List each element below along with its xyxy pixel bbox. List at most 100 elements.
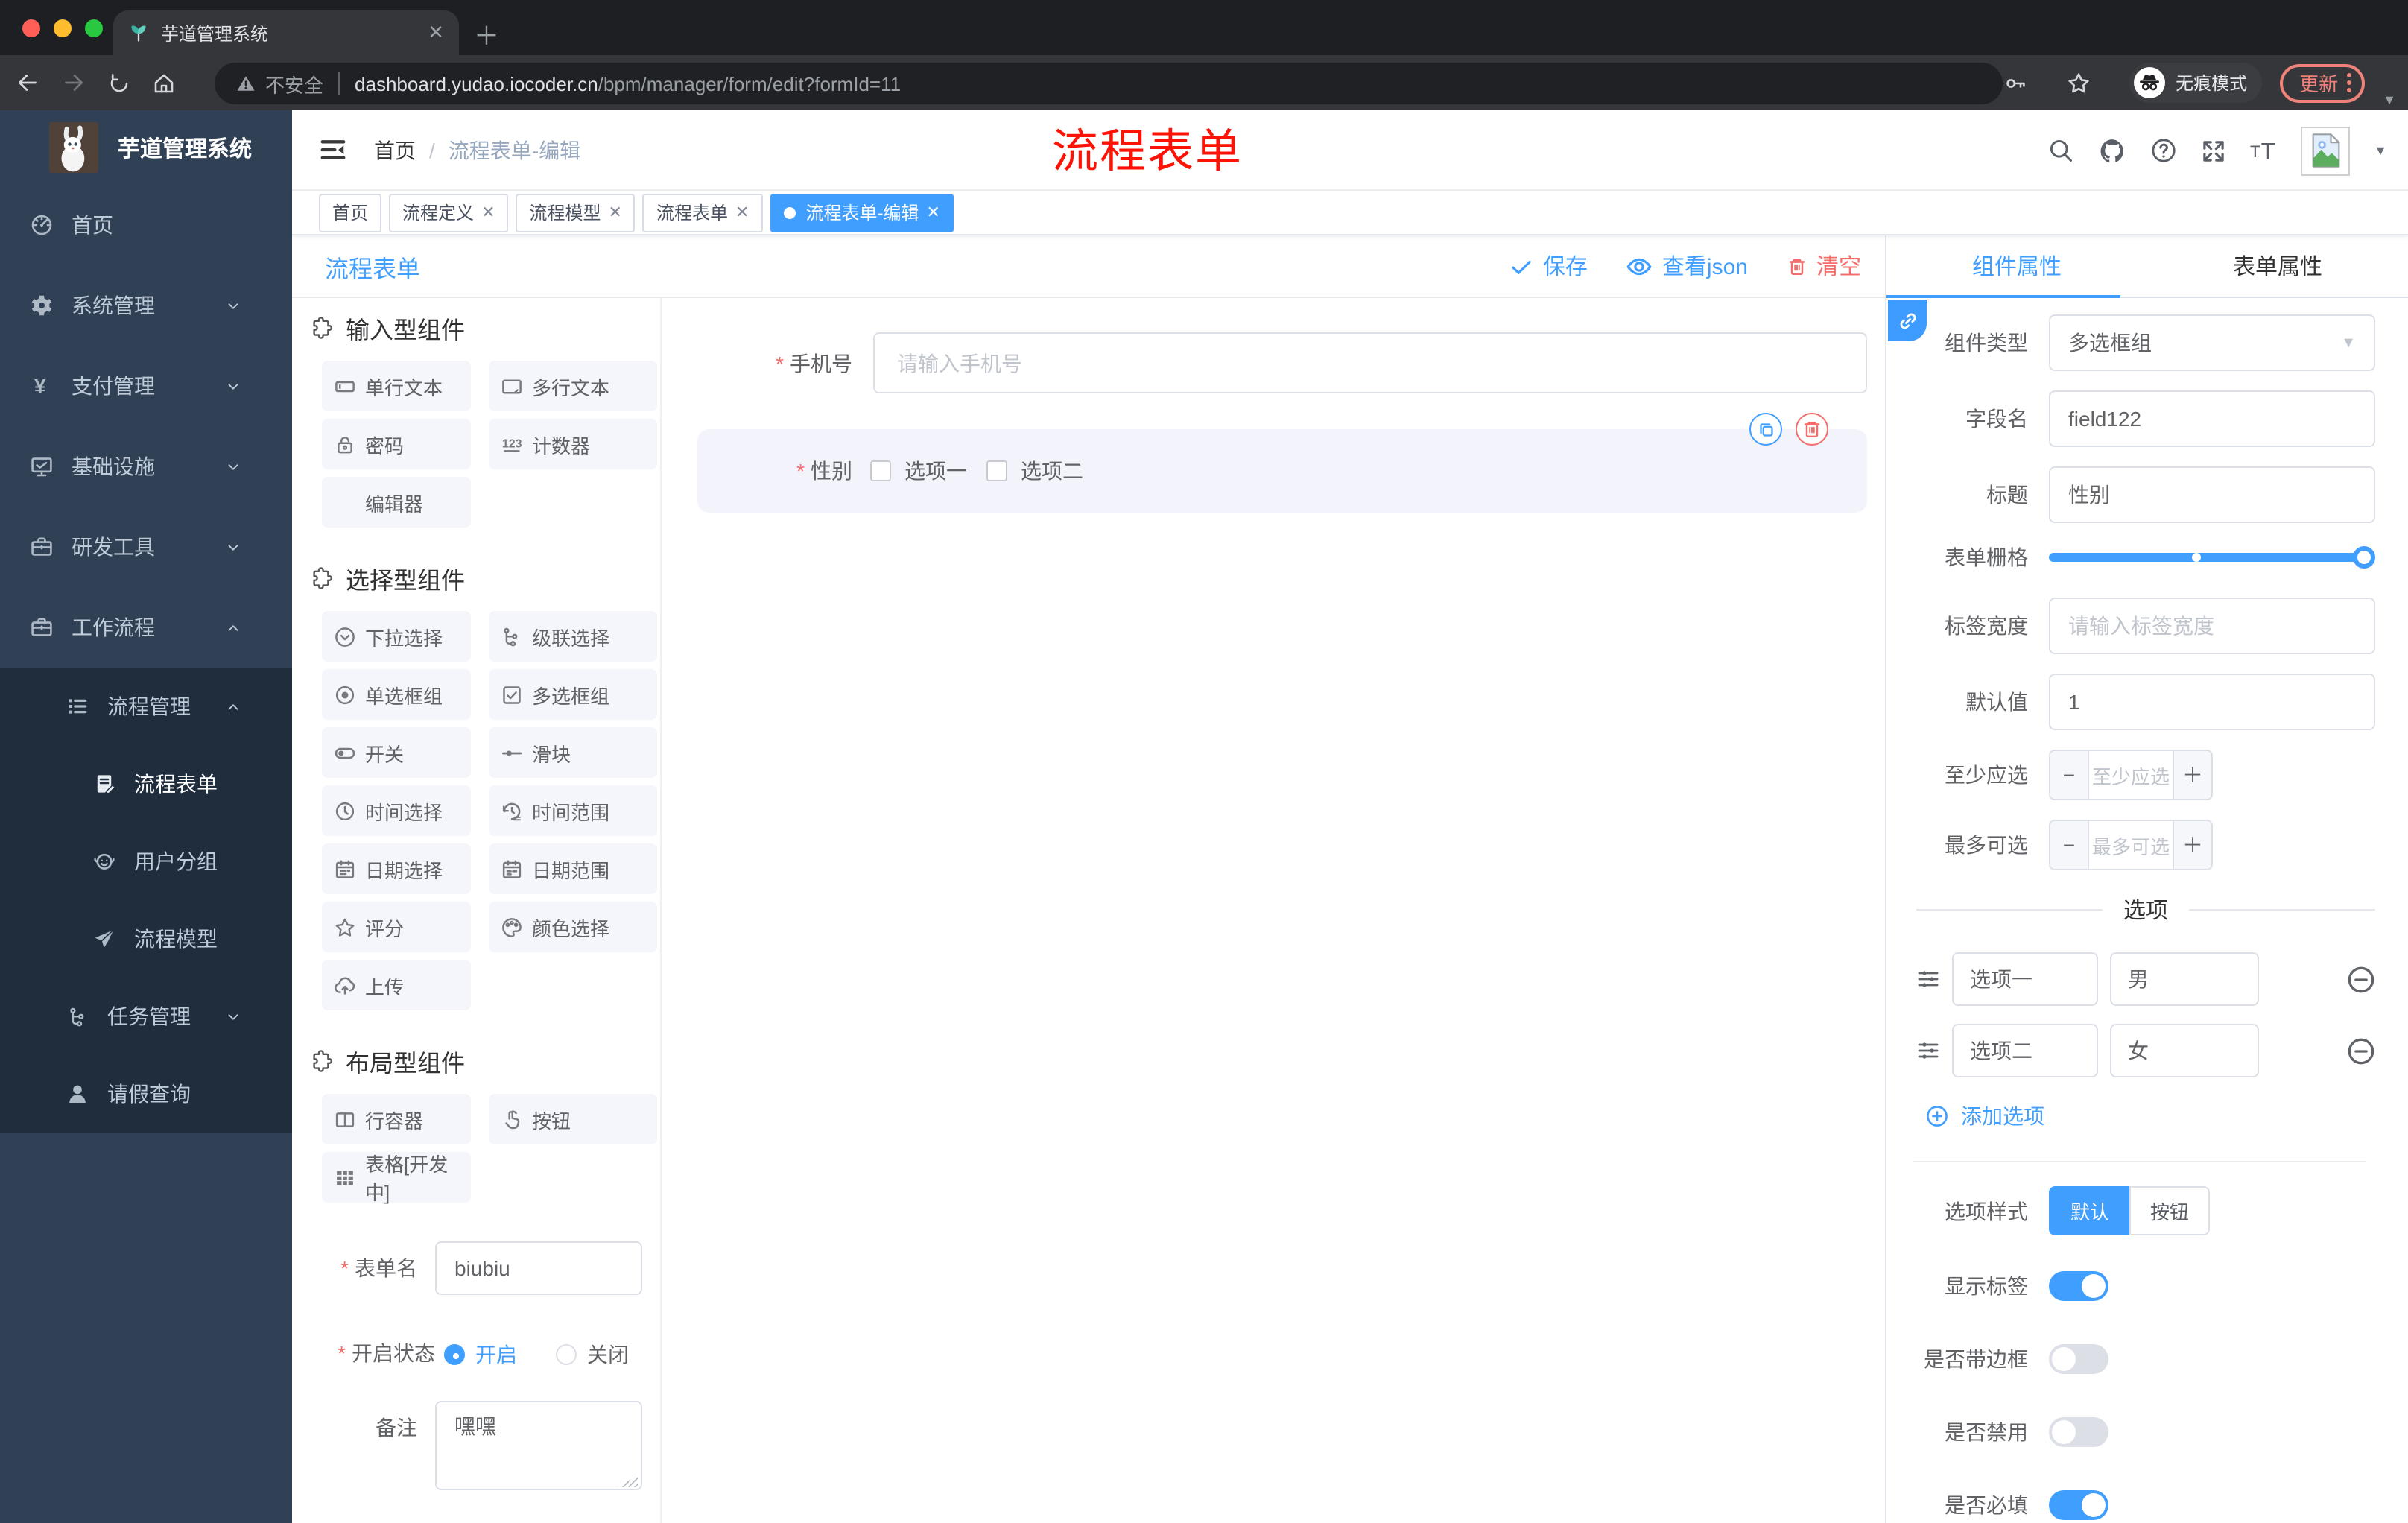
back-icon[interactable]: [15, 70, 40, 95]
palette-item-多行文本[interactable]: 多行文本: [489, 361, 657, 411]
tag-流程表单-编辑[interactable]: 流程表单-编辑✕: [770, 193, 953, 232]
sidebar-item-流程表单[interactable]: 流程表单: [0, 745, 292, 823]
avatar-caret-icon[interactable]: ▼: [2374, 143, 2387, 158]
tab-component-props[interactable]: 组件属性: [1886, 235, 2147, 297]
palette-item-颜色选择[interactable]: 颜色选择: [489, 902, 657, 952]
status-off-radio[interactable]: 关闭: [556, 1340, 629, 1370]
min-select-value[interactable]: 至少应选: [2089, 751, 2173, 799]
palette-item-日期选择[interactable]: 日期选择: [322, 843, 471, 894]
palette-item-编辑器[interactable]: 编辑器: [322, 477, 471, 528]
palette-item-评分[interactable]: 评分: [322, 902, 471, 952]
delete-field-button[interactable]: [1796, 413, 1828, 446]
phone-input[interactable]: 请输入手机号: [873, 332, 1867, 393]
palette-item-上传[interactable]: 上传: [322, 960, 471, 1010]
palette-item-密码[interactable]: 密码: [322, 419, 471, 469]
palette-item-单选框组[interactable]: 单选框组: [322, 669, 471, 720]
avatar[interactable]: [2301, 126, 2350, 175]
palette-item-开关[interactable]: 开关: [322, 727, 471, 778]
search-icon[interactable]: [2047, 137, 2074, 164]
field-name-input[interactable]: [2049, 390, 2375, 447]
sidebar-item-基础设施[interactable]: 基础设施: [0, 426, 292, 507]
tab-form-props[interactable]: 表单属性: [2147, 235, 2408, 297]
option-style-segment[interactable]: 默认按钮: [2049, 1186, 2210, 1235]
breadcrumb-home[interactable]: 首页: [374, 135, 416, 165]
font-size-icon[interactable]: TT: [2250, 137, 2277, 164]
palette-item-时间范围[interactable]: 时间范围: [489, 785, 657, 836]
palette-item-滑块[interactable]: 滑块: [489, 727, 657, 778]
form-canvas[interactable]: 手机号 请输入手机号 性别 选项一选项二: [662, 298, 1885, 1523]
remove-option-icon[interactable]: [2347, 965, 2375, 993]
plus-button[interactable]: ＋: [2173, 751, 2211, 799]
sidebar-item-任务管理[interactable]: 任务管理: [0, 978, 292, 1055]
browser-tab[interactable]: 芋道管理系统 ✕: [113, 10, 459, 55]
palette-item-多选框组[interactable]: 多选框组: [489, 669, 657, 720]
drag-handle-icon[interactable]: [1916, 967, 1940, 991]
grid-slider[interactable]: [2049, 553, 2363, 562]
bookmark-star-icon[interactable]: [2067, 71, 2091, 95]
minimize-window-button[interactable]: [54, 19, 72, 37]
minus-button[interactable]: −: [2050, 751, 2089, 799]
checkbox-icon[interactable]: [986, 460, 1007, 481]
sidebar-item-首页[interactable]: 首页: [0, 185, 292, 265]
remove-option-icon[interactable]: [2347, 1036, 2375, 1065]
status-on-radio[interactable]: 开启: [444, 1340, 517, 1370]
component-type-select[interactable]: 多选框组▼: [2049, 314, 2375, 371]
max-select-value[interactable]: 最多可选: [2089, 821, 2173, 869]
palette-item-按钮[interactable]: 按钮: [489, 1094, 657, 1144]
sidebar-item-工作流程[interactable]: 工作流程: [0, 587, 292, 668]
palette-item-时间选择[interactable]: 时间选择: [322, 785, 471, 836]
tab-close-icon[interactable]: ✕: [428, 21, 444, 45]
tag-首页[interactable]: 首页: [319, 193, 381, 232]
form-remark-textarea[interactable]: 嘿嘿: [435, 1401, 642, 1490]
github-icon[interactable]: [2098, 136, 2126, 165]
gender-checkbox-选项二[interactable]: 选项二: [986, 456, 1083, 486]
save-button[interactable]: 保存: [1510, 250, 1588, 282]
reload-icon[interactable]: [107, 71, 131, 95]
max-select-stepper[interactable]: − 最多可选 ＋: [2049, 820, 2213, 870]
plus-button[interactable]: ＋: [2173, 821, 2211, 869]
option-value-input[interactable]: [2110, 952, 2259, 1006]
sidebar-item-流程模型[interactable]: 流程模型: [0, 900, 292, 978]
palette-item-单行文本[interactable]: 单行文本: [322, 361, 471, 411]
link-tab[interactable]: [1888, 300, 1927, 341]
tag-流程表单[interactable]: 流程表单✕: [643, 193, 762, 232]
switch-是否禁用[interactable]: [2049, 1417, 2108, 1447]
zoom-window-button[interactable]: [85, 19, 103, 37]
default-value-input[interactable]: [2049, 674, 2375, 730]
palette-item-级联选择[interactable]: 级联选择: [489, 611, 657, 662]
sidebar-item-用户分组[interactable]: 用户分组: [0, 823, 292, 900]
option-label-input[interactable]: [1952, 952, 2098, 1006]
gender-checkbox-选项一[interactable]: 选项一: [870, 456, 967, 486]
sidebar-logo[interactable]: 芋道管理系统: [0, 110, 292, 185]
clear-button[interactable]: 清空: [1787, 250, 1861, 282]
key-icon[interactable]: [2004, 71, 2028, 95]
new-tab-button[interactable]: ＋: [474, 15, 499, 52]
palette-item-表格[开发中][interactable]: 表格[开发中]: [322, 1152, 471, 1203]
window-controls[interactable]: [22, 19, 103, 37]
style-option-默认[interactable]: 默认: [2049, 1186, 2129, 1235]
help-icon[interactable]: [2150, 137, 2177, 164]
palette-item-计数器[interactable]: 123计数器: [489, 419, 657, 469]
drag-handle-icon[interactable]: [1916, 1039, 1940, 1063]
label-width-input[interactable]: [2049, 598, 2375, 654]
sidebar-item-请假查询[interactable]: 请假查询: [0, 1055, 292, 1133]
add-option-button[interactable]: 添加选项: [1925, 1101, 2375, 1131]
duplicate-field-button[interactable]: [1749, 413, 1782, 446]
sidebar-item-流程管理[interactable]: 流程管理: [0, 668, 292, 745]
option-label-input[interactable]: [1952, 1024, 2098, 1077]
fullscreen-icon[interactable]: [2201, 138, 2226, 163]
slider-handle[interactable]: [2353, 546, 2375, 569]
checkbox-icon[interactable]: [870, 460, 891, 481]
toolbar-caret-icon[interactable]: ▼: [2383, 92, 2396, 107]
palette-item-日期范围[interactable]: 日期范围: [489, 843, 657, 894]
sidebar-item-研发工具[interactable]: 研发工具: [0, 507, 292, 587]
sidebar-item-支付管理[interactable]: ¥支付管理: [0, 346, 292, 426]
canvas-field-gender-selected[interactable]: 性别 选项一选项二: [697, 429, 1867, 513]
tag-流程定义[interactable]: 流程定义✕: [389, 193, 508, 232]
browser-update-button[interactable]: 更新: [2280, 63, 2365, 102]
palette-item-行容器[interactable]: 行容器: [322, 1094, 471, 1144]
forward-icon[interactable]: [61, 70, 86, 95]
view-json-button[interactable]: 查看json: [1626, 250, 1748, 282]
switch-显示标签[interactable]: [2049, 1271, 2108, 1301]
option-value-input[interactable]: [2110, 1024, 2259, 1077]
